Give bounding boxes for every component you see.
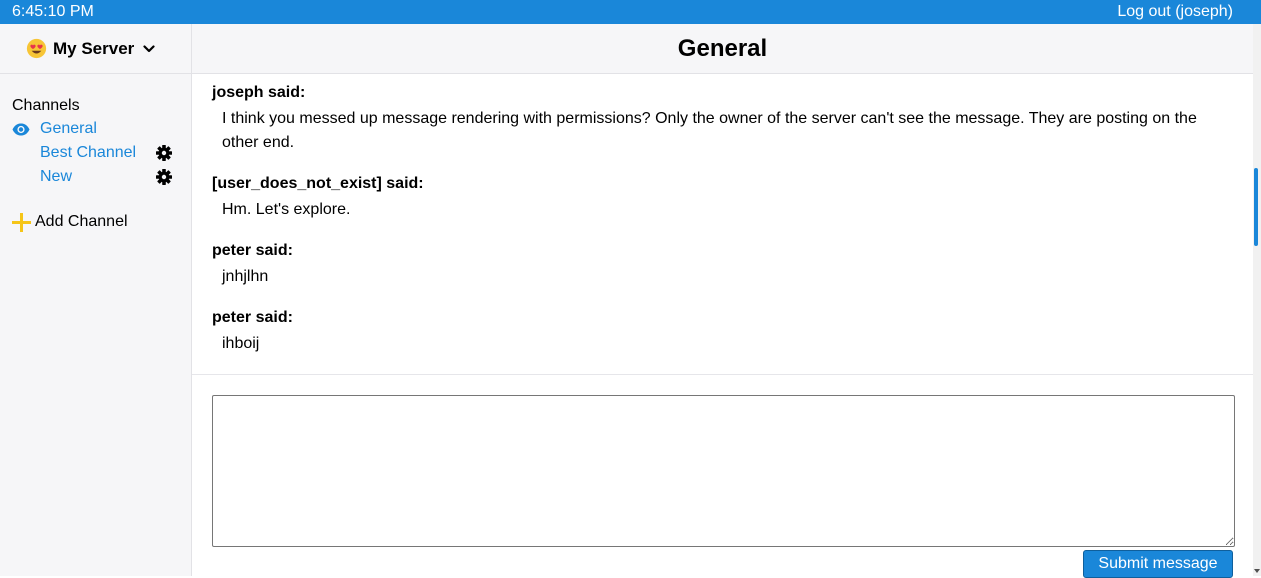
scroll-down-arrow-icon[interactable] [1253, 568, 1261, 574]
eye-icon [12, 123, 30, 136]
channel-label[interactable]: New [40, 168, 72, 186]
sidebar: My Server Channels General Best Channel [0, 24, 192, 576]
add-channel-button[interactable]: Add Channel [12, 212, 182, 234]
channel-label[interactable]: General [40, 120, 97, 138]
message-text: Hm. Let's explore. [222, 201, 351, 218]
message-author: joseph said: [212, 84, 306, 101]
heart-eyes-emoji-icon [26, 38, 47, 59]
message-text: I think you messed up message rendering … [222, 110, 1197, 151]
page-title: General [677, 35, 768, 62]
server-name: My Server [53, 38, 135, 58]
clock: 6:45:10 PM [12, 3, 94, 20]
channel-label[interactable]: Best Channel [40, 144, 136, 162]
channel-item-best-channel[interactable]: Best Channel [0, 143, 191, 165]
message-text: jnhjlhn [222, 268, 269, 285]
channel-item-new[interactable]: New [0, 167, 191, 189]
message-text: ihboij [222, 335, 260, 352]
add-channel-label: Add Channel [35, 213, 128, 230]
top-bar: 6:45:10 PM Log out (joseph) [0, 0, 1261, 24]
chevron-down-icon [143, 44, 155, 52]
message-input[interactable] [212, 395, 1235, 547]
logout-link[interactable]: Log out (joseph) [1117, 3, 1233, 21]
message-list: joseph said: I think you messed up messa… [192, 74, 1253, 374]
composer-divider [192, 374, 1253, 375]
message-author: [user_does_not_exist] said: [212, 175, 424, 192]
channels-heading: Channels [12, 97, 80, 114]
gear-icon[interactable] [156, 145, 172, 161]
page-scrollbar[interactable] [1253, 24, 1261, 576]
message-author: peter said: [212, 242, 293, 259]
channel-item-general[interactable]: General [0, 119, 191, 141]
gear-icon[interactable] [156, 169, 172, 185]
server-menu-button[interactable]: My Server [0, 24, 191, 74]
message-author: peter said: [212, 309, 293, 326]
channel-header: General [192, 24, 1253, 74]
submit-message-button[interactable]: Submit message [1083, 550, 1233, 578]
scrollbar-thumb[interactable] [1254, 168, 1258, 246]
plus-icon [12, 213, 31, 232]
